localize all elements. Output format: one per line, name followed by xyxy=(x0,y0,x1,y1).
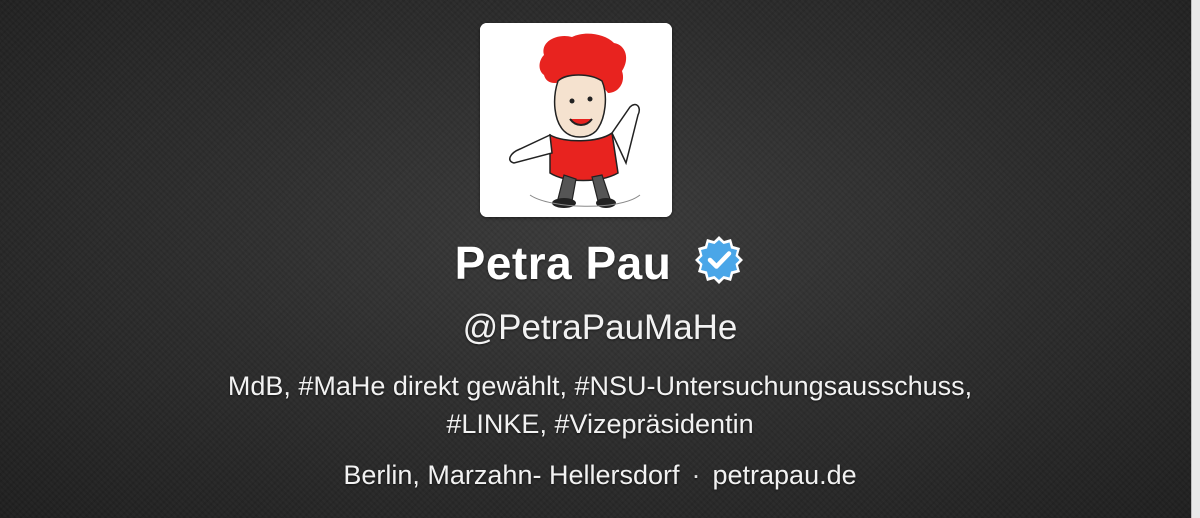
profile-meta: Berlin, Marzahn- Hellersdorf · petrapau.de xyxy=(0,460,1200,491)
profile-header-card: Petra Pau @PetraPauMaHe MdB, #MaHe direk… xyxy=(0,0,1200,518)
verified-badge-icon xyxy=(693,234,745,286)
avatar-caricature-image xyxy=(480,23,672,217)
bio-line: MdB, #MaHe direkt gewählt, #NSU-Untersuc… xyxy=(227,371,973,401)
profile-website-link[interactable]: petrapau.de xyxy=(713,460,857,490)
profile-handle: @PetraPauMaHe xyxy=(462,308,738,347)
profile-bio: MdB, #MaHe direkt gewählt, #NSU-Untersuc… xyxy=(0,367,1200,443)
bio-line: #LINKE, #Vizepräsidentin xyxy=(446,409,754,439)
scrollbar-track[interactable] xyxy=(1191,0,1200,518)
meta-separator: · xyxy=(691,460,701,490)
profile-location: Berlin, Marzahn- Hellersdorf xyxy=(343,460,680,490)
profile-avatar[interactable] xyxy=(480,23,672,217)
name-row: Petra Pau xyxy=(0,236,1200,290)
profile-name: Petra Pau xyxy=(454,237,672,289)
